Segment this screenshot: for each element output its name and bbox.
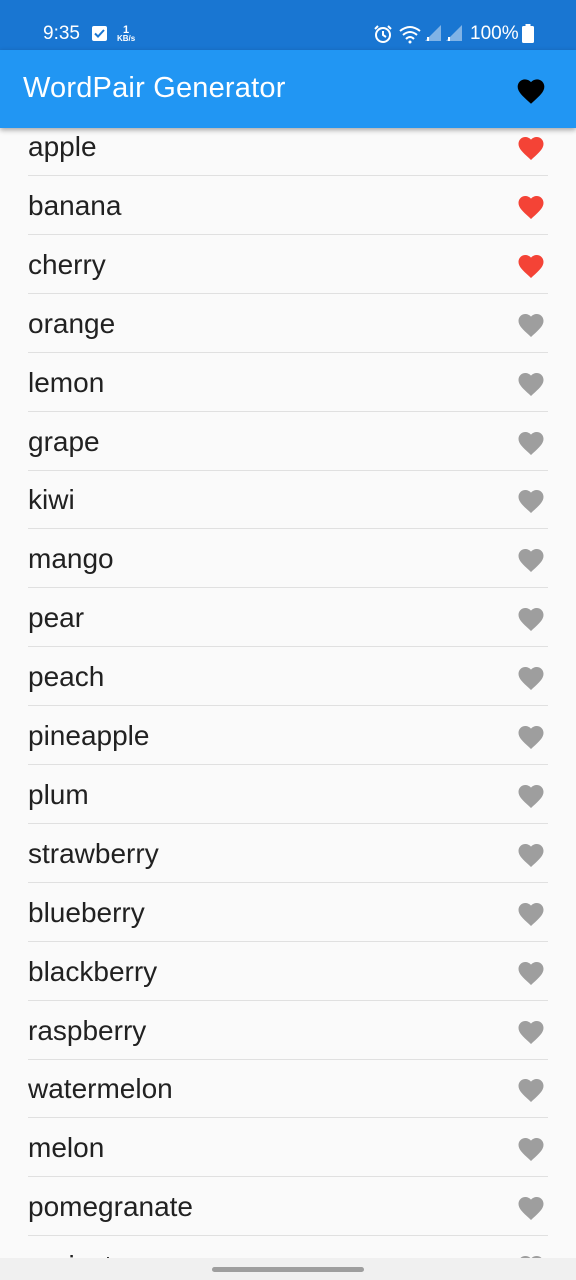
heart-icon bbox=[518, 490, 544, 514]
heart-icon bbox=[518, 667, 544, 691]
list-item[interactable]: plum bbox=[28, 776, 548, 824]
list-item-label: blueberry bbox=[28, 896, 145, 928]
status-time: 9:35 bbox=[43, 23, 80, 44]
heart-icon bbox=[518, 961, 544, 985]
app-title: WordPair Generator bbox=[23, 72, 286, 104]
heart-icon bbox=[518, 784, 544, 808]
app-bar: WordPair Generator bbox=[0, 50, 576, 128]
list-item[interactable]: melon bbox=[28, 1129, 548, 1178]
favorite-toggle-button[interactable] bbox=[516, 1075, 546, 1103]
favorite-toggle-button[interactable] bbox=[516, 663, 546, 691]
heart-icon bbox=[518, 1079, 544, 1103]
list-item[interactable]: raspberry bbox=[28, 1012, 548, 1060]
heart-icon bbox=[518, 549, 544, 573]
favorite-toggle-button[interactable] bbox=[516, 1193, 546, 1221]
list-item-label: grape bbox=[28, 425, 100, 457]
list-item[interactable]: pineapple bbox=[28, 717, 548, 765]
list-item[interactable]: kiwi bbox=[28, 481, 548, 530]
list-item-label: apricot bbox=[28, 1247, 112, 1258]
heart-icon bbox=[518, 254, 544, 278]
favorite-toggle-button[interactable] bbox=[516, 781, 546, 809]
heart-icon bbox=[518, 608, 544, 632]
favorite-toggle-button[interactable] bbox=[516, 486, 546, 514]
list-item-label: melon bbox=[28, 1132, 105, 1164]
list-item-label: strawberry bbox=[28, 837, 159, 869]
list-item-label: plum bbox=[28, 778, 89, 810]
list-item-label: pear bbox=[28, 602, 85, 634]
favorite-toggle-button[interactable] bbox=[516, 1017, 546, 1045]
list-item-label: mango bbox=[28, 543, 114, 575]
list-item[interactable]: pomegranate bbox=[28, 1188, 548, 1237]
list-item-label: pineapple bbox=[28, 720, 150, 751]
favorite-toggle-button[interactable] bbox=[516, 369, 546, 397]
heart-icon bbox=[518, 137, 544, 160]
list-item-label: kiwi bbox=[28, 484, 75, 516]
heart-icon bbox=[518, 431, 544, 455]
list-item-label: blackberry bbox=[28, 955, 158, 987]
list-item[interactable]: strawberry bbox=[28, 835, 548, 883]
heart-icon bbox=[517, 79, 545, 104]
list-item[interactable]: orange bbox=[28, 305, 548, 353]
heart-icon bbox=[518, 843, 544, 867]
signal-icon-2 bbox=[446, 25, 462, 41]
favorite-toggle-button[interactable] bbox=[516, 899, 546, 927]
favorite-toggle-button[interactable] bbox=[516, 958, 546, 986]
favorite-toggle-button[interactable] bbox=[516, 251, 546, 279]
list-item[interactable]: cherry bbox=[28, 246, 548, 294]
favorite-toggle-button[interactable] bbox=[516, 192, 546, 220]
favorite-toggle-button[interactable] bbox=[516, 310, 546, 338]
list-item[interactable]: grape bbox=[28, 423, 548, 471]
signal-icon bbox=[425, 25, 441, 41]
list-item[interactable]: pear bbox=[28, 599, 548, 648]
wifi-icon bbox=[399, 26, 421, 44]
heart-icon bbox=[518, 313, 544, 337]
favorites-button[interactable] bbox=[510, 72, 552, 108]
battery-percent: 100% bbox=[470, 23, 519, 44]
list-item[interactable]: apricot bbox=[28, 1247, 548, 1258]
home-gesture-handle[interactable] bbox=[212, 1267, 364, 1272]
favorite-toggle-button[interactable] bbox=[516, 604, 546, 632]
heart-icon bbox=[518, 902, 544, 926]
navigation-bar bbox=[0, 1258, 576, 1280]
list-item[interactable]: lemon bbox=[28, 364, 548, 412]
list-item[interactable]: blackberry bbox=[28, 953, 548, 1001]
list-item-label: peach bbox=[28, 661, 105, 693]
list-item-label: pomegranate bbox=[28, 1191, 194, 1223]
heart-icon bbox=[518, 1020, 544, 1044]
list-item[interactable]: blueberry bbox=[28, 894, 548, 942]
list-item[interactable]: mango bbox=[28, 540, 548, 589]
list-item-label: raspberry bbox=[28, 1014, 147, 1046]
favorite-toggle-button[interactable] bbox=[516, 722, 546, 750]
favorite-toggle-button[interactable] bbox=[516, 545, 546, 573]
list-item-label: watermelon bbox=[28, 1073, 173, 1105]
heart-icon bbox=[518, 726, 544, 749]
heart-icon bbox=[518, 195, 544, 219]
list-item[interactable]: watermelon bbox=[28, 1070, 548, 1119]
word-list[interactable]: apple banana cherry orange lemon grape kiwi man… bbox=[0, 128, 576, 1258]
status-bar: 9:35 1 KB/s 100% bbox=[0, 0, 576, 50]
heart-icon bbox=[518, 1197, 544, 1221]
list-item-label: lemon bbox=[28, 366, 105, 398]
list-item-label: banana bbox=[28, 189, 122, 221]
battery-icon bbox=[522, 24, 534, 43]
heart-icon bbox=[518, 1138, 544, 1162]
favorite-toggle-button[interactable] bbox=[516, 428, 546, 456]
list-item[interactable]: apple bbox=[28, 128, 548, 176]
list-item-label: apple bbox=[28, 131, 97, 162]
list-item[interactable]: peach bbox=[28, 658, 548, 707]
heart-icon bbox=[518, 372, 544, 396]
favorite-toggle-button[interactable] bbox=[516, 133, 546, 161]
checkbox-notification-icon bbox=[92, 26, 107, 41]
list-item-label: orange bbox=[28, 307, 116, 339]
net-speed: 1 KB/s bbox=[117, 24, 136, 43]
favorite-toggle-button[interactable] bbox=[516, 840, 546, 868]
list-item[interactable]: banana bbox=[28, 187, 548, 235]
list-item-label: cherry bbox=[28, 248, 106, 280]
alarm-icon bbox=[374, 25, 392, 43]
favorite-toggle-button[interactable] bbox=[516, 1134, 546, 1162]
